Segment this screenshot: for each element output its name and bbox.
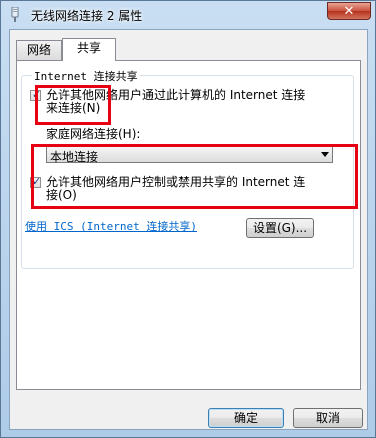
home-network-select[interactable]: 本地连接 [46, 146, 333, 164]
tab-network-label: 网络 [26, 43, 51, 57]
tab-network[interactable]: 网络 [16, 40, 62, 60]
home-network-selected-value: 本地连接 [50, 150, 99, 164]
allow-control-label-line2: 接(O) [46, 188, 77, 202]
ok-button-label: 确定 [233, 411, 258, 425]
close-button[interactable]: ✕ [327, 2, 371, 20]
group-title: Internet 连接共享 [32, 68, 140, 84]
check-mark-icon: ✓ [32, 88, 42, 101]
network-adapter-icon [11, 7, 19, 22]
dialog-client-area: 网络 共享 Internet 连接共享 ✓ 允许其他网络用户通过此计算机的 In… [9, 29, 368, 430]
allow-control-label-line1: 允许其他网络用户控制或禁用共享的 Internet 连 [46, 175, 306, 189]
check-mark-icon: ✓ [32, 175, 42, 188]
allow-connect-label[interactable]: 允许其他网络用户通过此计算机的 Internet 连接 来连接(N) [46, 89, 305, 115]
cancel-button-label: 取消 [315, 411, 340, 425]
allow-control-checkbox[interactable]: ✓ [30, 175, 42, 188]
title-bar[interactable]: 无线网络连接 2 属性 ✕ [1, 1, 375, 29]
tab-sharing[interactable]: 共享 [62, 38, 116, 61]
sharing-tab-panel: Internet 连接共享 ✓ 允许其他网络用户通过此计算机的 Internet… [16, 60, 361, 390]
window-title: 无线网络连接 2 属性 [31, 9, 143, 23]
settings-button-label: 设置(G)... [252, 221, 308, 235]
allow-control-label[interactable]: 允许其他网络用户控制或禁用共享的 Internet 连 接(O) [46, 176, 305, 202]
close-icon: ✕ [343, 4, 355, 19]
allow-connect-checkbox[interactable]: ✓ [30, 88, 42, 101]
internet-connection-sharing-group: Internet 连接共享 ✓ 允许其他网络用户通过此计算机的 Internet… [21, 68, 354, 269]
chevron-down-icon [321, 152, 329, 157]
cancel-button[interactable]: 取消 [293, 408, 363, 428]
tab-sharing-label: 共享 [76, 41, 101, 55]
ok-button[interactable]: 确定 [208, 408, 284, 428]
allow-connect-label-line2: 来连接(N) [46, 101, 101, 115]
ics-help-link[interactable]: 使用 ICS (Internet 连接共享) [25, 218, 197, 234]
home-network-label: 家庭网络连接(H): [46, 127, 141, 141]
settings-button[interactable]: 设置(G)... [246, 218, 314, 238]
properties-window: 无线网络连接 2 属性 ✕ 网络 共享 Internet 连接共享 ✓ 允许其他… [0, 0, 376, 438]
